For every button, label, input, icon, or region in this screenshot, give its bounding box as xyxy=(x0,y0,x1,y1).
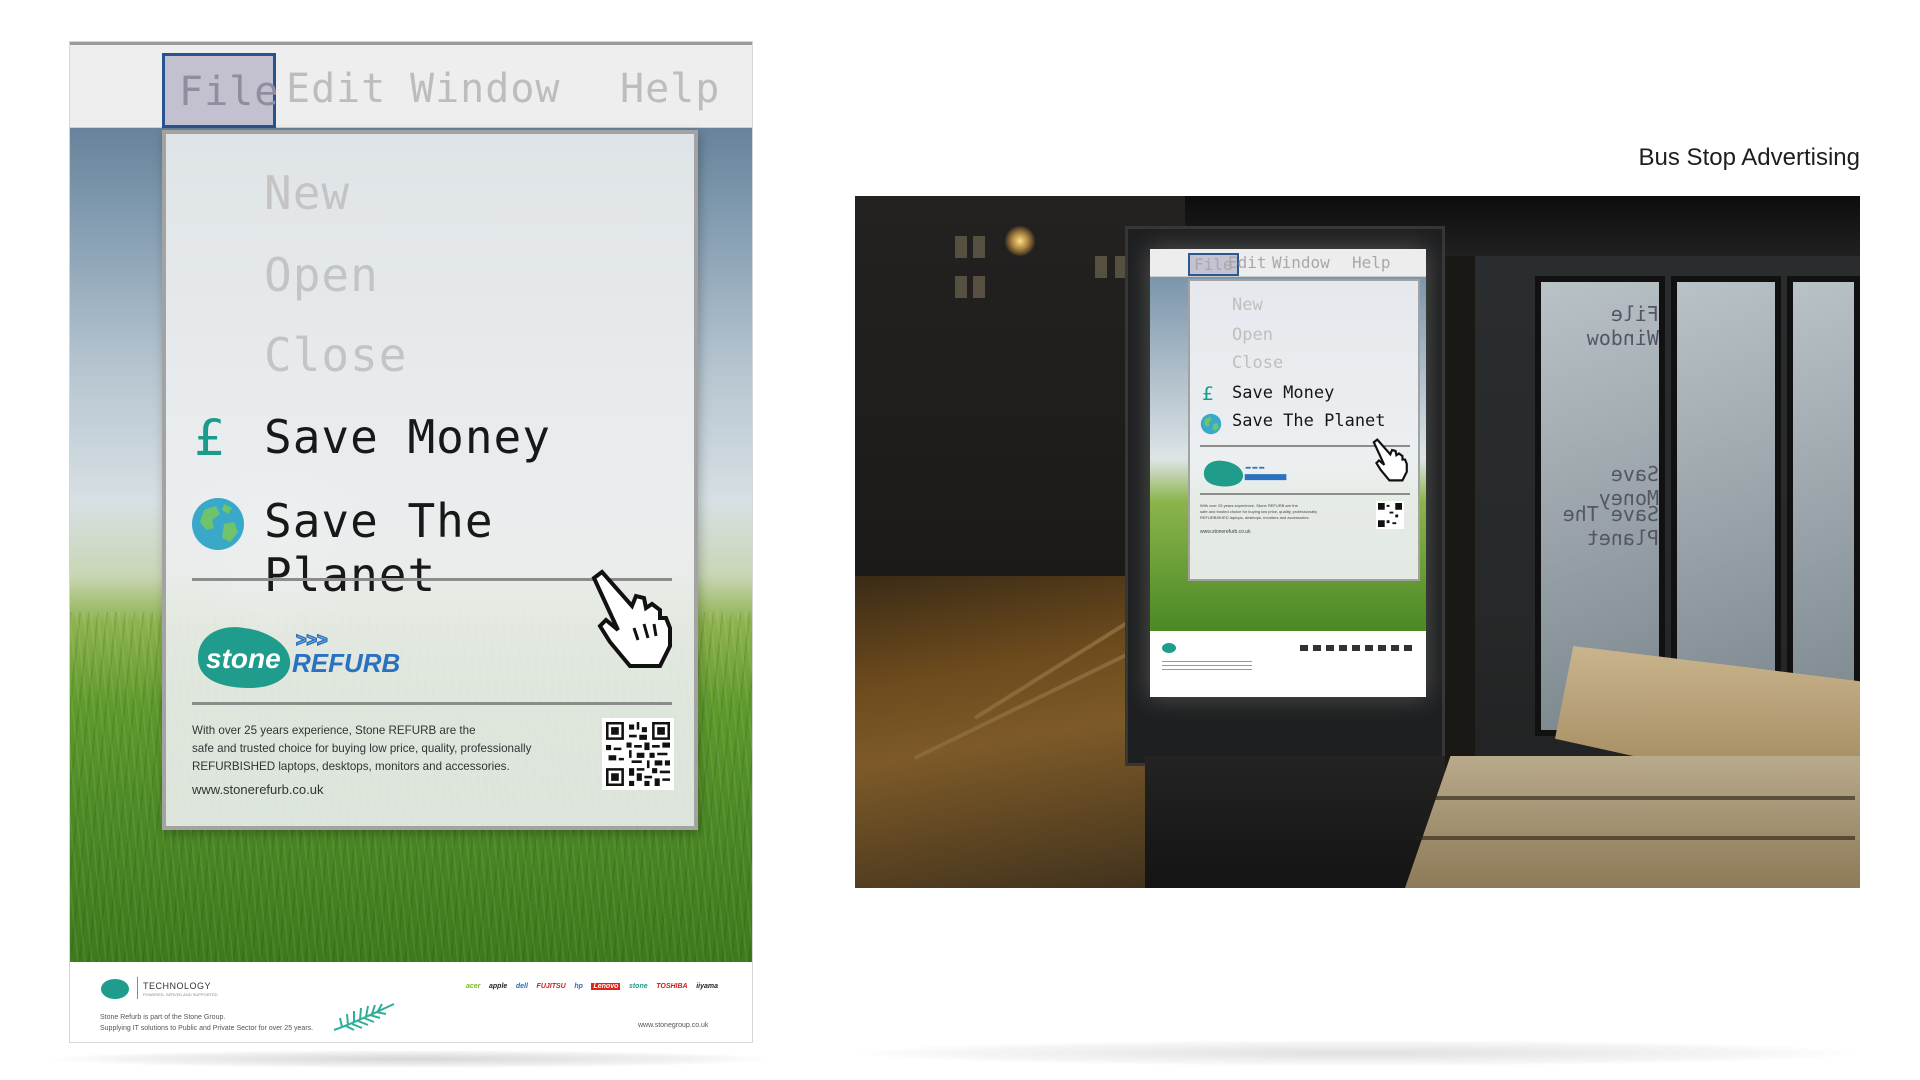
footer-tagline: POWERED, SERVED AND SUPPORTED xyxy=(143,992,218,997)
poster-body-copy: With over 25 years experience, Stone REF… xyxy=(192,722,572,776)
photo-shadow xyxy=(855,1040,1860,1066)
menu-window: Window xyxy=(410,66,561,112)
brand-logo: dell xyxy=(515,982,528,990)
bench-slat-gap xyxy=(1415,836,1855,840)
lightbox-item-save-money: Save Money xyxy=(1232,383,1335,403)
footer-url: www.stonegroup.co.uk xyxy=(638,1022,709,1029)
divider xyxy=(1200,493,1410,495)
footer-separator xyxy=(137,977,138,999)
divider xyxy=(192,702,672,705)
body-line: safe and trusted choice for buying low p… xyxy=(192,742,532,755)
bench-seat xyxy=(1405,756,1860,888)
footer-line: Stone Refurb is part of the Stone Group. xyxy=(100,1014,226,1021)
logo-word: stone xyxy=(206,643,281,674)
body-line: REFURBISHED laptops, desktops, monitors … xyxy=(192,760,510,773)
lightbox-item-close: Close xyxy=(1232,353,1284,373)
file-dropdown-menu: New Open Close £ Save Money Save The Pla… xyxy=(162,130,698,830)
dropdown-item-save-money: Save Money xyxy=(264,410,551,464)
dropdown-item-close: Close xyxy=(264,328,408,382)
poster-mockup: File Edit Window Help New Open Close £ S… xyxy=(69,41,753,1043)
lightbox-url: www.stonerefurb.co.uk xyxy=(1200,529,1251,535)
footer-text: Stone Refurb is part of the Stone Group.… xyxy=(100,1012,313,1034)
brand-logo: hp xyxy=(574,982,583,990)
menu-file: File xyxy=(162,53,278,128)
building-window xyxy=(973,276,985,298)
logo-sub: REFURB xyxy=(292,648,400,678)
lightbox-item-open: Open xyxy=(1232,325,1273,345)
brand-logo: iiyama xyxy=(696,982,718,990)
reflection-text: File Window xyxy=(1586,302,1659,350)
building-window xyxy=(1095,256,1107,278)
brand-logo: apple xyxy=(489,982,508,990)
fern-leaf-icon xyxy=(333,1003,395,1031)
glass-pane xyxy=(1787,276,1860,736)
lightbox-item-new: New xyxy=(1232,295,1263,315)
brand-logo: stone xyxy=(628,982,648,990)
poster-background-landscape: File Edit Window Help New Open Close £ S… xyxy=(70,42,752,962)
poster-shadow xyxy=(50,1050,772,1068)
body-line: With over 25 years experience, Stone REF… xyxy=(192,724,476,737)
poster-footer: TECHNOLOGY POWERED, SERVED AND SUPPORTED… xyxy=(70,962,752,1042)
retro-menubar: File Edit Window Help xyxy=(70,42,752,128)
shelter-lightbox-advert: File Edit Window Help New Open Close £ S… xyxy=(1150,249,1426,697)
globe-icon xyxy=(192,498,244,550)
qr-code xyxy=(1376,501,1404,529)
pound-icon: £ xyxy=(1202,383,1214,405)
pound-icon: £ xyxy=(194,409,225,467)
partner-brand-logos xyxy=(1300,645,1416,651)
section-title: Bus Stop Advertising xyxy=(1638,144,1860,171)
brand-logo: TOSHIBA xyxy=(656,982,688,990)
footer-technology-label: TECHNOLOGY xyxy=(143,981,212,991)
footer-text-lines xyxy=(1162,661,1252,671)
building-window xyxy=(955,276,967,298)
partner-brand-logos: acer apple dell FUJITSU hp Lenovo stone … xyxy=(466,978,718,994)
menu-help: Help xyxy=(620,66,721,112)
dropdown-item-open: Open xyxy=(264,248,379,302)
brand-logo: Lenovo xyxy=(591,982,621,990)
brand-logo: acer xyxy=(466,982,481,990)
stone-refurb-logo xyxy=(1203,460,1287,487)
pointer-hand-icon xyxy=(1372,438,1408,482)
lightbox-body-line: REFURBISHED laptops, desktops, monitors … xyxy=(1200,515,1310,520)
stone-footer-logo xyxy=(101,979,129,999)
shelter-advert-frame: File Edit Window Help New Open Close £ S… xyxy=(1125,226,1445,766)
qr-code xyxy=(602,718,674,790)
footer-line: Supplying IT solutions to Public and Pri… xyxy=(100,1025,314,1032)
shelter-base xyxy=(1145,756,1445,888)
building-window xyxy=(955,236,967,258)
lightbox-footer xyxy=(1150,631,1426,697)
stone-refurb-logo: stone >>> REFURB xyxy=(198,627,400,688)
lightbox-menu-window: Window xyxy=(1272,253,1330,272)
lightbox-menu-help: Help xyxy=(1352,253,1391,272)
reflection-text: Save The Planet xyxy=(1562,502,1659,550)
stone-footer-logo xyxy=(1162,643,1176,653)
menu-edit: Edit xyxy=(286,66,387,112)
poster-url: www.stonerefurb.co.uk xyxy=(192,782,324,797)
lightbox-body-copy: With over 25 years experience, Stone REF… xyxy=(1200,503,1350,521)
lightbox-dropdown: New Open Close £ Save Money Save The Pla… xyxy=(1188,279,1420,581)
brand-logo: FUJITSU xyxy=(536,982,566,990)
bench-slat-gap xyxy=(1415,796,1855,800)
logo-arrows: >>> xyxy=(296,630,328,650)
lightbox-item-save-planet: Save The Planet xyxy=(1232,411,1386,431)
lightbox-menu-edit: Edit xyxy=(1228,253,1267,272)
building-window xyxy=(973,236,985,258)
lightbox-landscape: File Edit Window Help New Open Close £ S… xyxy=(1150,249,1426,631)
street-lamp-glow xyxy=(1005,226,1035,256)
pointer-hand-icon xyxy=(591,569,672,668)
globe-icon xyxy=(1200,413,1222,435)
lightbox-menubar: File Edit Window Help xyxy=(1150,249,1426,277)
bus-stop-photo: File Window Save Money Save The Planet F… xyxy=(855,196,1860,888)
dropdown-item-new: New xyxy=(264,166,351,220)
